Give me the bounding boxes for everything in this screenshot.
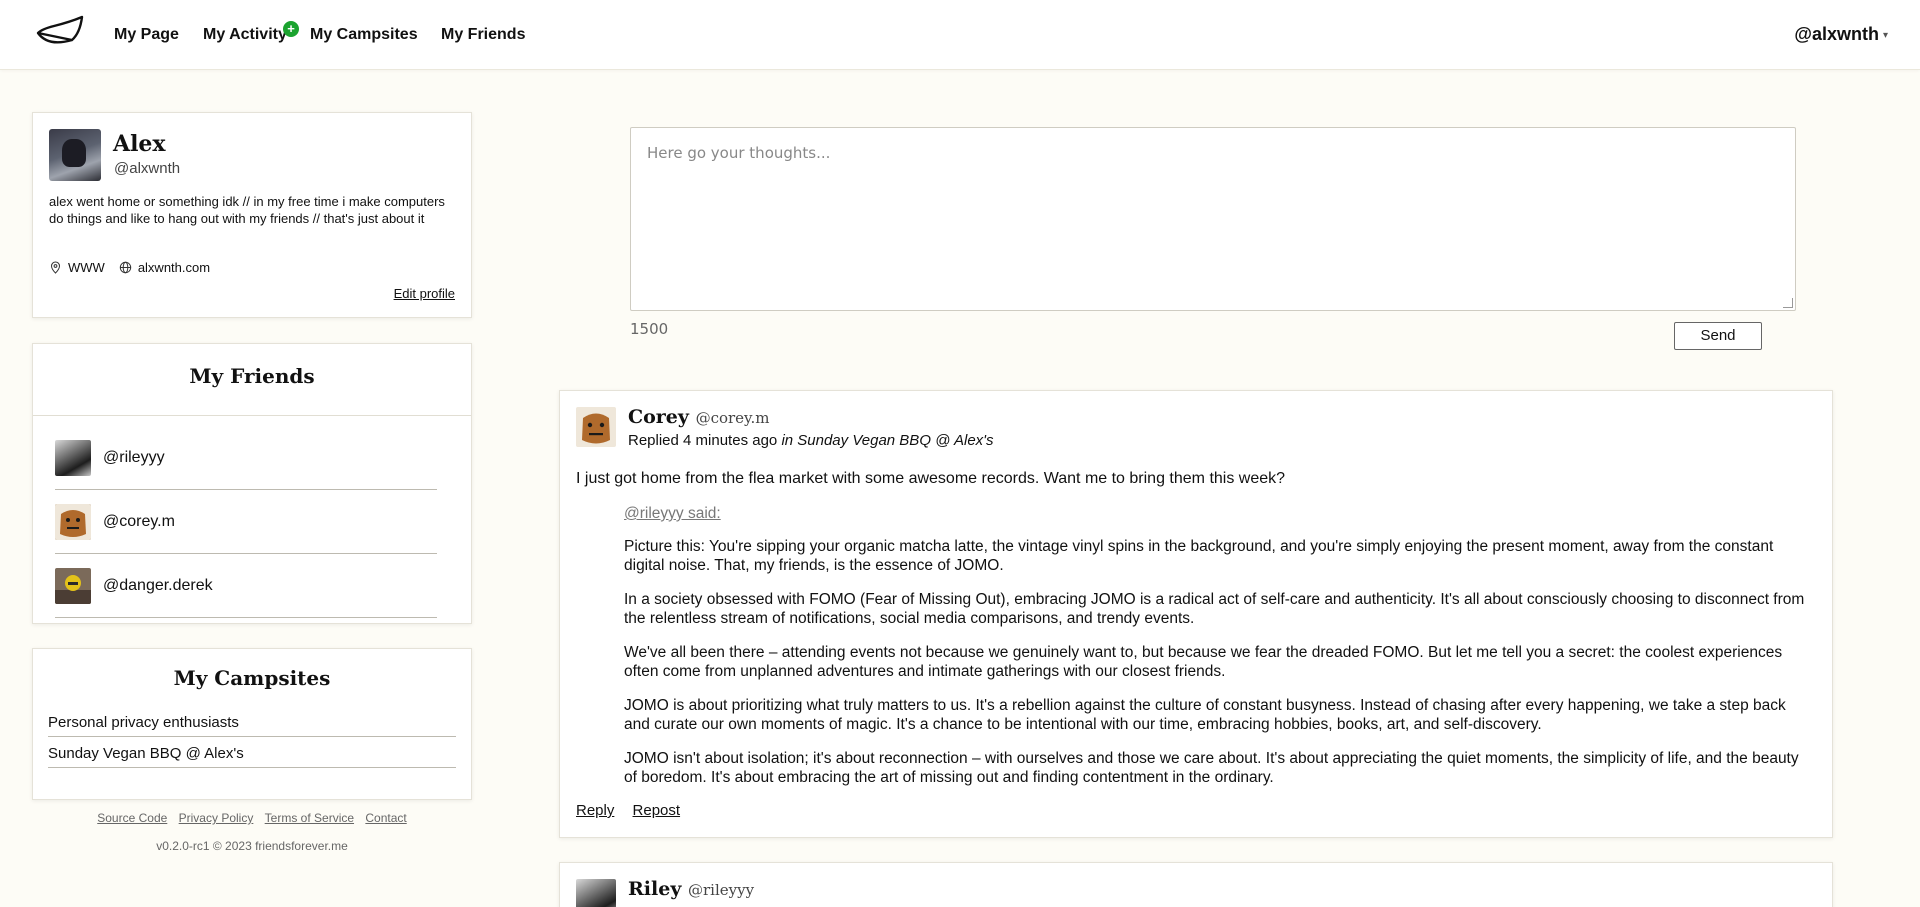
top-navigation: My Page My Activity + My Campsites My Fr… [0,0,1920,70]
contact-link[interactable]: Contact [365,811,406,825]
composer [630,127,1796,311]
friend-item-danger-derek[interactable]: @danger.derek [55,554,437,618]
profile-card: Alex @alxwnth alex went home or somethin… [32,112,472,318]
reply-button[interactable]: Reply [576,802,614,819]
footer-links: Source Code Privacy Policy Terms of Serv… [32,811,472,825]
friend-handle: @danger.derek [103,577,213,594]
campsites-title: My Campsites [173,666,331,690]
post-author-name: Corey @corey.m [628,406,770,428]
campsite-item[interactable]: Sunday Vegan BBQ @ Alex's [48,737,456,768]
post-author-handle[interactable]: @corey.m [696,409,770,427]
post-campsite-link[interactable]: in Sunday Vegan BBQ @ Alex's [781,432,993,449]
post-card: Riley @rileyyy [559,862,1833,907]
post-meta: Replied 4 minutes ago in Sunday Vegan BB… [628,432,994,449]
campsite-item[interactable]: Personal privacy enthusiasts [48,706,456,737]
source-code-link[interactable]: Source Code [97,811,167,825]
profile-handle: @alxwnth [114,160,181,177]
profile-name: Alex [113,131,166,157]
profile-website[interactable]: alxwnth.com [138,260,210,275]
divider [33,415,471,416]
friend-handle: @corey.m [103,513,175,530]
user-menu-handle: @alxwnth [1794,24,1879,44]
friends-card: My Friends @rileyyy @corey.m @danger.der… [32,343,472,624]
quote-paragraph: In a society obsessed with FOMO (Fear of… [624,591,1805,627]
avatar[interactable] [49,129,101,181]
profile-location: WWW [68,260,105,275]
nav-my-activity[interactable]: My Activity [203,26,287,44]
chevron-down-icon: ▾ [1882,30,1888,41]
nav-my-campsites[interactable]: My Campsites [310,26,418,44]
friend-item-corey[interactable]: @corey.m [55,490,437,554]
version-text: v0.2.0-rc1 © 2023 friendsforever.me [156,839,348,853]
post-actions: Reply Repost [576,802,694,819]
nav-my-page[interactable]: My Page [114,26,179,44]
post-timestamp: Replied 4 minutes ago [628,432,778,449]
friend-item-rileyyy[interactable]: @rileyyy [55,426,437,490]
edit-profile-link[interactable]: Edit profile [394,286,455,301]
character-counter: 1500 [630,320,669,338]
friend-handle: @rileyyy [103,449,165,466]
quote-author-link[interactable]: @rileyyy said: [624,504,1814,523]
nav-my-friends[interactable]: My Friends [441,26,525,44]
globe-icon [119,261,132,274]
terms-of-service-link[interactable]: Terms of Service [265,811,354,825]
quoted-post: @rileyyy said: Picture this: You're sipp… [624,504,1814,802]
post-author-name-text: Riley [628,878,682,900]
avatar [55,568,91,604]
repost-button[interactable]: Repost [633,802,681,819]
thought-input[interactable] [631,128,1795,310]
avatar[interactable] [576,879,616,907]
quote-paragraph: JOMO isn't about isolation; it's about r… [624,750,1799,786]
activity-badge: + [283,21,299,37]
avatar [55,440,91,476]
campsites-card: My Campsites Personal privacy enthusiast… [32,648,472,800]
profile-bio: alex went home or something idk // in my… [49,194,445,226]
quote-paragraph: JOMO is about prioritizing what truly ma… [624,697,1786,733]
send-button[interactable]: Send [1674,322,1762,350]
avatar[interactable] [576,407,616,447]
quote-paragraph: We've all been there – attending events … [624,644,1783,680]
post-card: Corey @corey.m Replied 4 minutes ago in … [559,390,1833,838]
logo-icon[interactable] [34,13,86,53]
quote-paragraph: Picture this: You're sipping your organi… [624,538,1774,574]
avatar [55,504,91,540]
resize-handle-icon[interactable] [1783,298,1793,308]
friends-title: My Friends [189,364,315,388]
user-menu[interactable]: @alxwnth ▾ [1794,24,1888,45]
profile-meta: WWW alxwnth.com [49,260,210,275]
privacy-policy-link[interactable]: Privacy Policy [179,811,254,825]
post-author-handle[interactable]: @rileyyy [688,881,754,899]
post-author-name: Riley @rileyyy [628,878,754,900]
location-pin-icon [50,261,61,274]
post-author-name-text: Corey [628,406,689,428]
post-body: I just got home from the flea market wit… [576,470,1286,487]
